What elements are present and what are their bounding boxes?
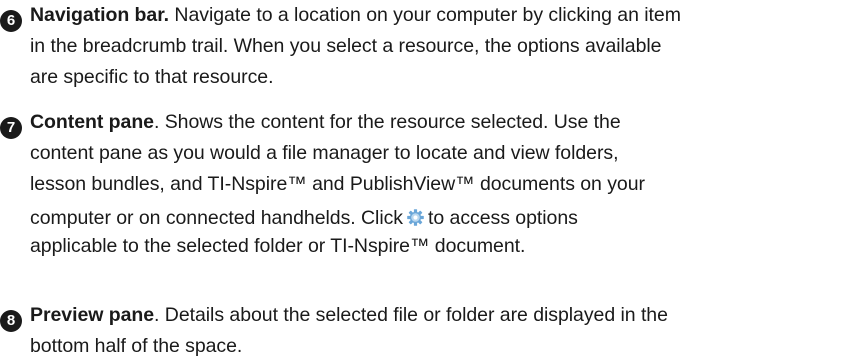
item-line: Preview pane. Details about the selected… <box>30 304 668 326</box>
gear-icon <box>407 205 424 226</box>
item-text: Navigation bar. Navigate to a location o… <box>30 0 845 93</box>
item-term: Navigation bar. <box>30 4 170 26</box>
item-line: bottom half of the space. <box>30 335 243 357</box>
item-line: applicable to the selected folder or TI-… <box>30 235 526 257</box>
item-text: Content pane. Shows the content for the … <box>30 107 845 262</box>
item-number-badge: 7 <box>0 117 22 139</box>
item-line: in the breadcrumb trail. When you select… <box>30 35 662 57</box>
item-text: Preview pane. Details about the selected… <box>30 300 845 362</box>
item-number-badge: 8 <box>0 310 22 332</box>
item-number-badge: 6 <box>0 10 22 32</box>
item-line: Navigation bar. Navigate to a location o… <box>30 4 681 26</box>
item-line: Content pane. Shows the content for the … <box>30 111 621 133</box>
item-line: content pane as you would a file manager… <box>30 142 619 164</box>
item-line: computer or on connected handhelds. Clic… <box>30 205 578 229</box>
item-term: Preview pane <box>30 304 155 326</box>
item-term: Content pane <box>30 111 154 133</box>
item-line: are specific to that resource. <box>30 66 274 88</box>
item-line: lesson bundles, and TI-Nspire™ and Publi… <box>30 173 645 195</box>
